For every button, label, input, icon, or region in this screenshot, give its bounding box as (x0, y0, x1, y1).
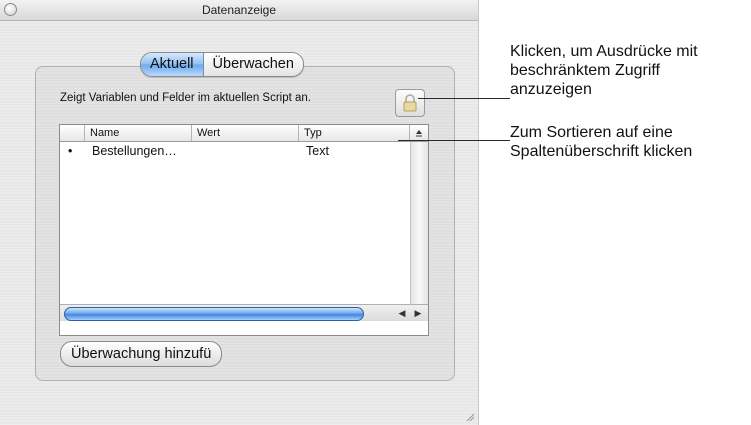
sort-annotation-line-2: Spaltenüberschrift klicken (510, 143, 693, 160)
variables-table: Name Wert Typ • Bestellungen… Text ◀ ▶ (59, 124, 429, 336)
lock-annotation-line-2: beschränktem Zugriff (510, 62, 660, 79)
lock-button[interactable] (395, 89, 425, 117)
column-header-bullet[interactable] (60, 125, 85, 141)
lock-icon (403, 94, 417, 112)
resize-grip-icon[interactable] (465, 412, 475, 422)
description-text: Zeigt Variablen und Felder im aktuellen … (60, 92, 312, 104)
lock-annotation-line-3: anzuzeigen (510, 81, 592, 98)
tab-watch[interactable]: Überwachen (203, 53, 303, 76)
column-header-type[interactable]: Typ (299, 125, 410, 141)
add-watch-button[interactable]: Überwachung hinzufü (60, 341, 223, 367)
cell-name: Bestellungen… (92, 144, 177, 158)
lock-callout-line (418, 98, 510, 99)
data-viewer-window: Datenanzeige Aktuell Überwachen Zeigt Va… (0, 0, 479, 425)
view-tabs: Aktuell Überwachen (140, 52, 304, 77)
title-bar[interactable]: Datenanzeige (0, 0, 478, 21)
lock-annotation-line-1: Klicken, um Ausdrücke mit (510, 43, 698, 60)
column-header-value[interactable]: Wert (192, 125, 299, 141)
cell-type: Text (306, 144, 329, 158)
window-title: Datenanzeige (201, 3, 277, 17)
vertical-scrollbar[interactable] (410, 142, 428, 304)
scroll-thumb[interactable] (64, 307, 364, 321)
scroll-left-icon[interactable]: ◀ (395, 306, 409, 320)
sort-icon[interactable] (410, 125, 428, 141)
column-header-name[interactable]: Name (85, 125, 192, 141)
table-header: Name Wert Typ (60, 125, 428, 142)
lock-annotation: Klicken, um Ausdrücke mit beschränktem Z… (510, 42, 698, 99)
sort-callout-line (398, 140, 510, 141)
sort-annotation: Zum Sortieren auf eine Spaltenüberschrif… (510, 123, 692, 161)
horizontal-scrollbar[interactable]: ◀ ▶ (60, 304, 428, 321)
tab-current[interactable]: Aktuell (141, 53, 204, 76)
scroll-right-icon[interactable]: ▶ (411, 306, 425, 320)
row-bullet: • (68, 144, 73, 158)
table-row[interactable]: • Bestellungen… Text (60, 143, 410, 159)
sort-annotation-line-1: Zum Sortieren auf eine (510, 124, 673, 141)
